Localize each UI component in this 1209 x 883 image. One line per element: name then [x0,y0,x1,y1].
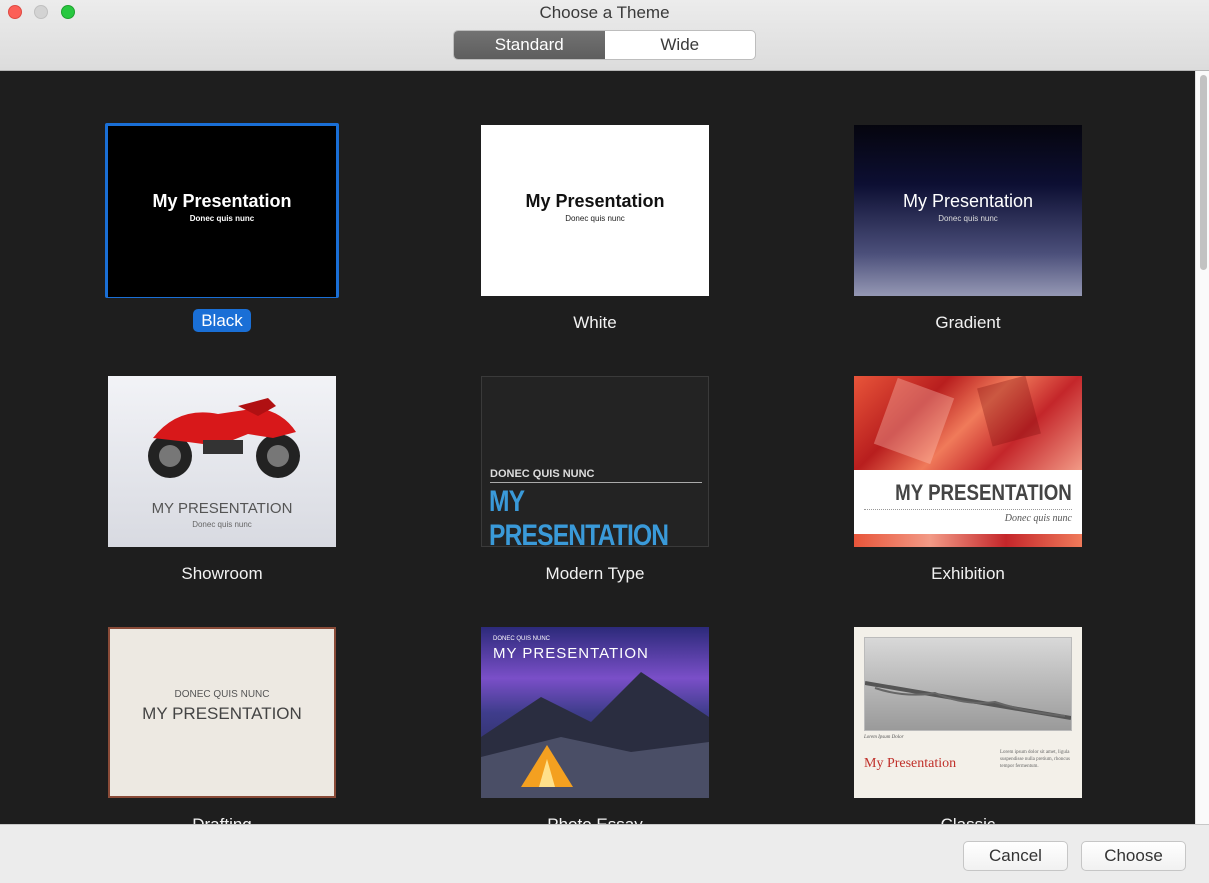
thumb-lorem-label: Lorem Ipsum Dolor [864,735,904,740]
segment-wide[interactable]: Wide [605,31,756,59]
theme-thumbnail-gradient[interactable]: My Presentation Donec quis nunc [854,125,1082,296]
choose-button[interactable]: Choose [1081,841,1186,871]
thumb-subtitle: Donec quis nunc [189,214,255,223]
scrollbar-thumb[interactable] [1200,75,1207,270]
theme-label-showroom[interactable]: Showroom [108,564,336,584]
theme-thumbnail-classic[interactable]: Lorem Ipsum Dolor My Presentation Lorem … [854,627,1082,798]
thumb-title: My Presentation [902,191,1034,211]
window-title: Choose a Theme [539,3,670,22]
theme-thumbnail-photo-essay[interactable]: DONEC QUIS NUNC MY PRESENTATION [481,627,709,798]
theme-thumbnail-drafting[interactable]: DONEC QUIS NUNC MY PRESENTATION [108,627,336,798]
theme-grid: My Presentation Donec quis nunc Black My… [0,71,1195,824]
thumb-title: MY PRESENTATION [895,480,1072,505]
thumb-subtitle: Donec quis nunc [1004,513,1072,524]
thumb-title: My Presentation [525,191,665,211]
thumb-subtitle: Donec quis nunc [192,520,252,529]
thumb-subtitle: DONEC QUIS NUNC [490,468,595,480]
thumb-subtitle: DONEC QUIS NUNC [174,689,270,700]
bridge-image [864,637,1072,731]
theme-label-photo-essay[interactable]: Photo Essay [481,815,709,824]
bottom-button-bar: Cancel Choose [0,824,1209,883]
thumb-title: My Presentation [864,756,957,771]
cancel-button[interactable]: Cancel [963,841,1068,871]
theme-thumbnail-white[interactable]: My Presentation Donec quis nunc [481,125,709,296]
divider-line [490,482,702,483]
thumb-title: MY PRESENTATION [142,704,302,723]
thumb-title: My Presentation [152,191,292,211]
theme-thumbnail-black[interactable]: My Presentation Donec quis nunc [108,126,336,297]
theme-label-classic[interactable]: Classic [854,815,1082,824]
theme-label-white[interactable]: White [481,313,709,333]
theme-thumbnail-showroom[interactable]: MY PRESENTATION Donec quis nunc [108,376,336,547]
thumb-title: MY PRESENTATION [489,485,669,547]
segment-standard[interactable]: Standard [454,31,605,59]
thumb-subtitle: DONEC QUIS NUNC [493,636,551,642]
theme-label-gradient[interactable]: Gradient [854,313,1082,333]
title-bar: Choose a Theme Standard Wide [0,0,1209,71]
theme-label-black[interactable]: Black [108,309,336,332]
theme-thumbnail-modern-type[interactable]: DONEC QUIS NUNC MY PRESENTATION [481,376,709,547]
motorcycle-image [148,398,300,478]
slide-size-segmented-control: Standard Wide [453,30,756,60]
thumb-title: MY PRESENTATION [151,500,293,517]
theme-label-modern-type[interactable]: Modern Type [481,564,709,584]
theme-thumbnail-exhibition[interactable]: MY PRESENTATION Donec quis nunc [854,376,1082,547]
thumb-body-text: Lorem ipsum dolor sit amet, ligula suspe… [1000,750,1070,769]
thumb-title: MY PRESENTATION [493,645,649,662]
theme-label-drafting[interactable]: Drafting [108,815,336,824]
thumb-subtitle: Donec quis nunc [938,214,998,223]
thumb-subtitle: Donec quis nunc [565,214,625,223]
vertical-scrollbar[interactable] [1195,71,1209,824]
theme-label-exhibition[interactable]: Exhibition [854,564,1082,584]
